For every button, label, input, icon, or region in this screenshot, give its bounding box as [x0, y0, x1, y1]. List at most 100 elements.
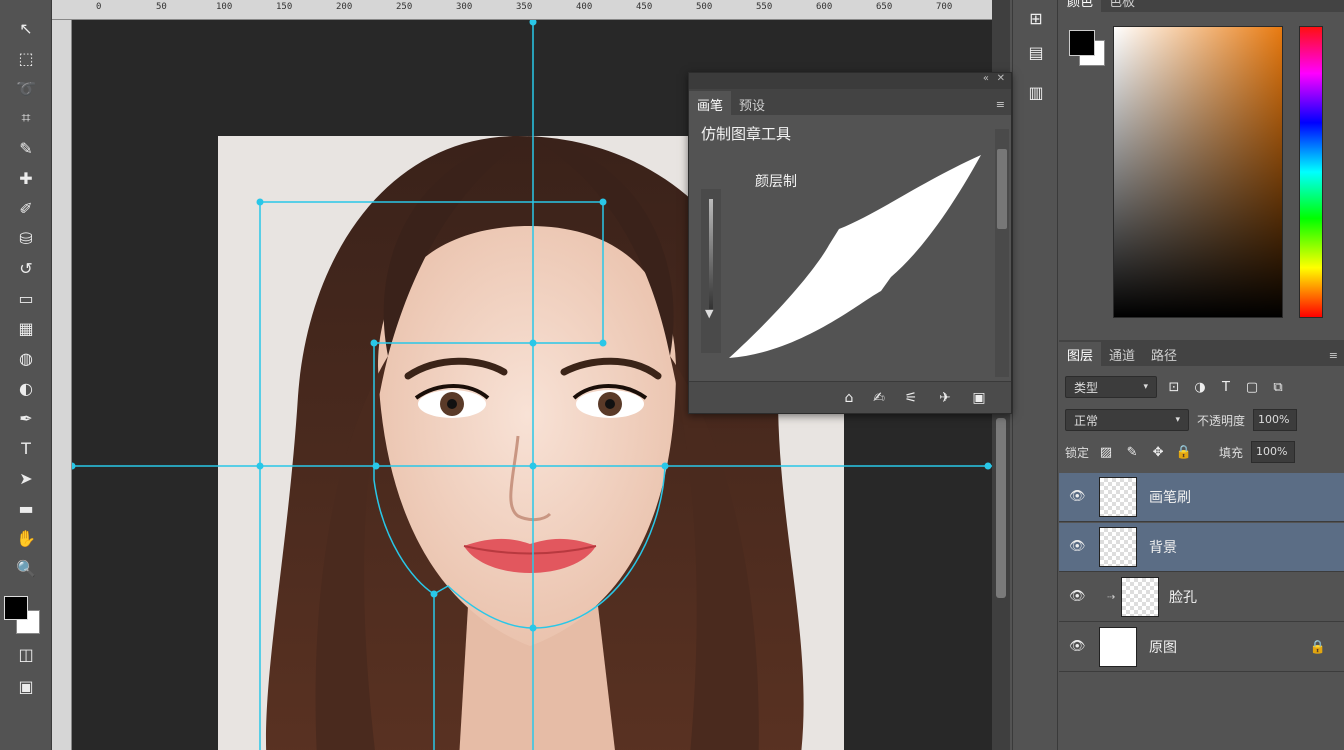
clone-source-icon[interactable]: ▥: [1024, 80, 1048, 104]
ruler-tick-label: 100: [216, 2, 233, 12]
panel-titlebar[interactable]: « ✕: [689, 73, 1011, 89]
fill-input[interactable]: 100%: [1251, 441, 1296, 463]
brush-panel-scrollbar[interactable]: [995, 129, 1009, 377]
tab-brush[interactable]: 画笔: [689, 91, 732, 115]
pixel-filter-icon[interactable]: ⊡: [1165, 380, 1183, 395]
layer-name: 画笔刷: [1149, 490, 1191, 506]
collapse-icon[interactable]: «: [983, 73, 989, 84]
layer-row[interactable]: 👁 原图 🔒: [1059, 623, 1344, 672]
move-icon[interactable]: ↖: [12, 16, 40, 40]
ruler-tick-label: 500: [696, 2, 713, 12]
panel-icon[interactable]: ▣: [969, 388, 989, 408]
dodge-icon[interactable]: ◐: [12, 376, 40, 400]
close-icon[interactable]: ✕: [997, 73, 1005, 84]
adjustment-filter-icon[interactable]: ◑: [1191, 380, 1209, 395]
tab-presets[interactable]: 预设: [731, 91, 773, 115]
tab-channels[interactable]: 通道: [1101, 342, 1143, 366]
path-select-icon[interactable]: ➤: [12, 466, 40, 490]
brush-stroke-preview: [729, 155, 981, 358]
chevron-down-icon: ▾: [1143, 382, 1148, 392]
ruler-tick-label: 250: [396, 2, 413, 12]
eraser-icon[interactable]: ▭: [12, 286, 40, 310]
shape-icon[interactable]: ▬: [12, 496, 40, 520]
ruler-tick-label: 400: [576, 2, 593, 12]
panel-menu-icon[interactable]: ≡: [996, 98, 1005, 111]
tab-color[interactable]: 颜色: [1059, 0, 1102, 12]
lock-icon: 🔒: [1309, 639, 1326, 655]
mixer-icon[interactable]: ⚟: [901, 388, 921, 408]
layers-menu-icon[interactable]: ≡: [1329, 349, 1338, 362]
visibility-eye-icon[interactable]: 👁: [1069, 640, 1086, 653]
layer-row[interactable]: 👁 画笔刷: [1059, 473, 1344, 522]
opacity-input[interactable]: 100%: [1253, 409, 1298, 431]
tab-swatches[interactable]: 色板: [1101, 0, 1143, 12]
scroll-thumb[interactable]: [996, 418, 1006, 598]
ruler-tick-label: 350: [516, 2, 533, 12]
brush-size-slider[interactable]: ▼: [701, 189, 721, 353]
blend-mode-dropdown[interactable]: 正常 ▾: [1065, 409, 1189, 431]
layer-name: 背景: [1149, 540, 1177, 556]
gradient-icon[interactable]: ▦: [12, 316, 40, 340]
screen-mode-icon[interactable]: ▣: [12, 674, 40, 698]
layer-thumbnail: [1099, 627, 1137, 667]
tool-title: 仿制图章工具: [701, 125, 792, 143]
visibility-eye-icon[interactable]: 👁: [1069, 490, 1086, 503]
lock-transparency-icon[interactable]: ▨: [1097, 445, 1115, 460]
visibility-eye-icon[interactable]: 👁: [1069, 540, 1086, 553]
zoom-icon[interactable]: 🔍: [12, 556, 40, 580]
ruler-tick-label: 550: [756, 2, 773, 12]
crop-icon[interactable]: ⌗: [12, 106, 40, 130]
layer-row[interactable]: 👁 背景: [1059, 523, 1344, 572]
pen-icon[interactable]: ✒: [12, 406, 40, 430]
blend-mode-value: 正常: [1074, 413, 1099, 428]
visibility-eye-icon[interactable]: 👁: [1069, 590, 1086, 603]
layer-name: 脸孔: [1169, 590, 1197, 606]
ruler-tick-label: 300: [456, 2, 473, 12]
opacity-label: 不透明度: [1197, 413, 1246, 428]
lock-label: 锁定: [1065, 445, 1090, 460]
collapsed-panels-strip: ⊞ ▤ ▥: [1012, 0, 1058, 750]
foreground-color-swatch[interactable]: [4, 596, 28, 620]
quick-mask-icon[interactable]: ◫: [12, 642, 40, 666]
tab-paths[interactable]: 路径: [1143, 342, 1185, 366]
color-spectrum-field[interactable]: [1113, 26, 1283, 318]
type-icon[interactable]: T: [12, 436, 40, 460]
lasso-icon[interactable]: ➰: [12, 76, 40, 100]
type-filter-icon[interactable]: T: [1217, 380, 1235, 395]
lock-pixels-icon[interactable]: ✎: [1123, 445, 1141, 460]
airbrush-icon[interactable]: ✈: [935, 388, 955, 408]
smart-object-filter-icon[interactable]: ⧉: [1269, 380, 1287, 395]
clone-stamp-icon[interactable]: ⛁: [12, 226, 40, 250]
history-panel-icon[interactable]: ⊞: [1024, 6, 1048, 30]
tab-layers[interactable]: 图层: [1059, 342, 1102, 366]
layer-filter-dropdown[interactable]: 类型 ▾: [1065, 376, 1157, 398]
ruler-tick-label: 700: [936, 2, 953, 12]
hue-slider[interactable]: [1299, 26, 1323, 318]
ruler-tick-label: 450: [636, 2, 653, 12]
brush-panel: « ✕ 画笔 预设 ≡ 仿制图章工具 颜层制 ▼ ⌂ ✍ ⚟ ✈ ▣: [688, 72, 1012, 414]
tools-panel: ↖ ⬚ ➰ ⌗ ✎ ✚ ✐ ⛁ ↺ ▭ ▦ ◍ ◐ ✒ T ➤ ▬ ✋ 🔍 ◫ …: [0, 0, 52, 750]
lock-position-icon[interactable]: ✥: [1149, 445, 1167, 460]
lock-all-icon[interactable]: 🔒: [1175, 445, 1193, 460]
brush-icon[interactable]: ✐: [12, 196, 40, 220]
eyedropper-icon[interactable]: ✎: [12, 136, 40, 160]
shape-filter-icon[interactable]: ▢: [1243, 380, 1261, 395]
layer-thumbnail: [1099, 477, 1137, 517]
marquee-icon[interactable]: ⬚: [12, 46, 40, 70]
layer-row[interactable]: 👁 ⇢ 脸孔: [1059, 573, 1344, 622]
hand-icon[interactable]: ✋: [12, 526, 40, 550]
brush-panel-footer: ⌂ ✍ ⚟ ✈ ▣: [689, 381, 1011, 413]
brush-presets-icon[interactable]: ▤: [1024, 40, 1048, 64]
history-brush-icon[interactable]: ↺: [12, 256, 40, 280]
brush-shape-icon[interactable]: ⌂: [839, 388, 859, 408]
healing-brush-icon[interactable]: ✚: [12, 166, 40, 190]
color-panel-tabs: 颜色 色板: [1059, 0, 1344, 12]
blur-icon[interactable]: ◍: [12, 346, 40, 370]
ruler-tick-label: 0: [96, 2, 102, 12]
panel-foreground-swatch[interactable]: [1069, 30, 1095, 56]
new-preset-icon[interactable]: ✍: [869, 388, 889, 408]
ruler-tick-label: 200: [336, 2, 353, 12]
slider-arrow-icon[interactable]: ▼: [705, 307, 713, 320]
vertical-ruler: [52, 20, 72, 750]
right-panel-dock: 颜色 色板 图层 通道 路径 ≡ 类型 ▾ ⊡ ◑ T ▢ ⧉ 正常 ▾ 不透明度 …: [1059, 0, 1344, 750]
